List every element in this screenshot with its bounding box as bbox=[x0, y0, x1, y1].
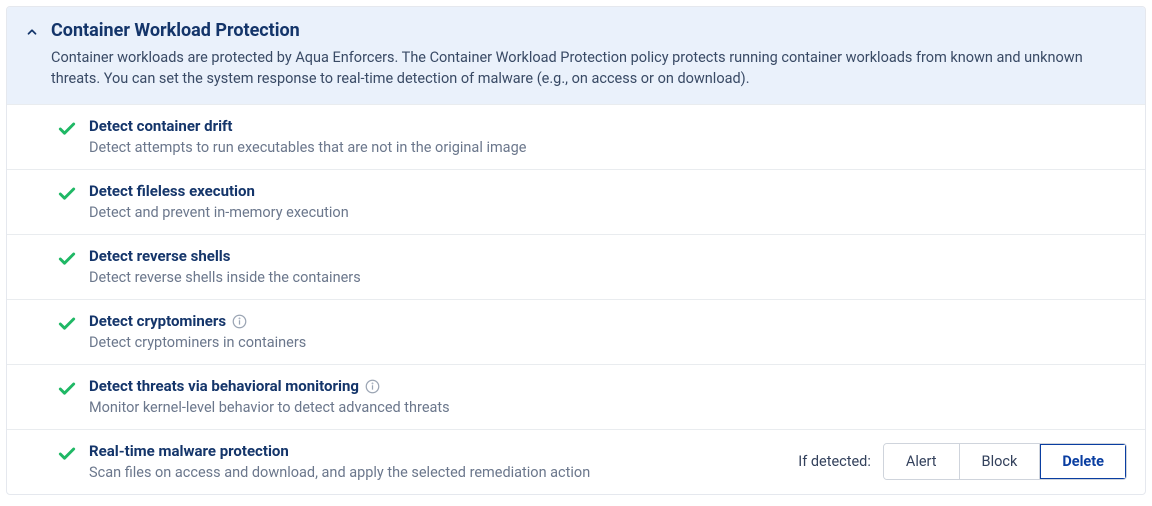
info-icon[interactable] bbox=[365, 379, 380, 394]
check-icon bbox=[57, 119, 77, 143]
policy-item-description: Monitor kernel-level behavior to detect … bbox=[89, 399, 1127, 416]
policy-item: Detect container drift Detect attempts to… bbox=[7, 104, 1145, 169]
policy-item: Detect reverse shells Detect reverse shel… bbox=[7, 234, 1145, 299]
check-icon bbox=[57, 444, 77, 468]
policy-item: Detect threats via behavioral monitoring… bbox=[7, 364, 1145, 429]
info-icon[interactable] bbox=[232, 314, 247, 329]
policy-item: Detect fileless execution Detect and prev… bbox=[7, 169, 1145, 234]
panel-header[interactable]: Container Workload Protection Container … bbox=[7, 7, 1145, 104]
policy-item: Real-time malware protection Scan files o… bbox=[7, 429, 1145, 494]
policy-item-description: Scan files on access and download, and a… bbox=[89, 464, 786, 481]
check-icon bbox=[57, 249, 77, 273]
panel-header-text: Container Workload Protection Container … bbox=[51, 20, 1127, 89]
policy-item-content: Detect reverse shells Detect reverse shel… bbox=[89, 247, 1127, 286]
policy-item-description: Detect attempts to run executables that … bbox=[89, 139, 1127, 156]
policy-item-description: Detect and prevent in-memory execution bbox=[89, 204, 1127, 221]
policy-item-content: Real-time malware protection Scan files o… bbox=[89, 442, 786, 481]
actions-label: If detected: bbox=[798, 453, 871, 470]
policy-item-content: Detect cryptominers Detect cryptominers i… bbox=[89, 312, 1127, 351]
policy-item-title: Detect reverse shells bbox=[89, 247, 1127, 265]
chevron-up-icon[interactable] bbox=[25, 24, 39, 43]
policy-item-title: Detect threats via behavioral monitoring bbox=[89, 377, 1127, 395]
policy-item-content: Detect container drift Detect attempts to… bbox=[89, 117, 1127, 156]
policy-item-content: Detect fileless execution Detect and prev… bbox=[89, 182, 1127, 221]
panel-title: Container Workload Protection bbox=[51, 20, 1127, 41]
check-icon bbox=[57, 379, 77, 403]
policy-item: Detect cryptominers Detect cryptominers i… bbox=[7, 299, 1145, 364]
container-workload-protection-panel: Container Workload Protection Container … bbox=[6, 6, 1146, 495]
remediation-actions: If detected: AlertBlockDelete bbox=[798, 443, 1127, 480]
policy-item-description: Detect reverse shells inside the contain… bbox=[89, 269, 1127, 286]
policy-item-content: Detect threats via behavioral monitoring… bbox=[89, 377, 1127, 416]
policy-item-title: Detect cryptominers bbox=[89, 312, 1127, 330]
check-icon bbox=[57, 314, 77, 338]
policy-item-description: Detect cryptominers in containers bbox=[89, 334, 1127, 351]
panel-description: Container workloads are protected by Aqu… bbox=[51, 47, 1127, 89]
policy-item-title: Real-time malware protection bbox=[89, 442, 786, 460]
remediation-delete-button[interactable]: Delete bbox=[1040, 444, 1126, 479]
remediation-button-group: AlertBlockDelete bbox=[883, 443, 1127, 480]
remediation-block-button[interactable]: Block bbox=[960, 444, 1041, 479]
policy-item-title: Detect container drift bbox=[89, 117, 1127, 135]
remediation-alert-button[interactable]: Alert bbox=[884, 444, 960, 479]
policy-item-title: Detect fileless execution bbox=[89, 182, 1127, 200]
check-icon bbox=[57, 184, 77, 208]
